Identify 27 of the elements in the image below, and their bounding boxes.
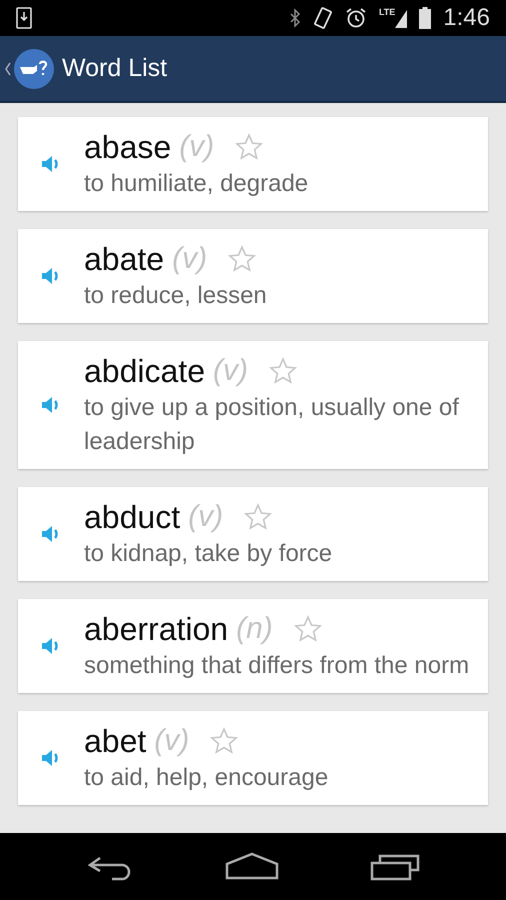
part-of-speech: (v) (154, 723, 190, 759)
part-of-speech: (v) (188, 499, 224, 535)
word-title: abdicate (84, 352, 205, 391)
word-definition: to reduce, lessen (84, 281, 267, 311)
part-of-speech: (v) (212, 353, 248, 389)
word-definition: to give up a position, usually one of leadership (84, 393, 460, 457)
word-card[interactable]: abduct (v) to kidnap, take by force (18, 487, 488, 581)
word-definition: to humiliate, degrade (84, 169, 308, 199)
word-title: abet (84, 722, 146, 761)
network-type: LTE (378, 8, 396, 17)
screen-title: Word List (62, 52, 168, 84)
word-card[interactable]: abase (v) to humiliate, degrade (18, 117, 488, 211)
word-card[interactable]: abet (v) to aid, help, encourage (18, 711, 488, 805)
word-definition: to aid, help, encourage (84, 763, 328, 793)
word-title: abase (84, 128, 172, 167)
clock: 1:46 (443, 6, 490, 30)
word-card[interactable]: aberration (n) something that differs from the norm (18, 599, 488, 693)
part-of-speech: (v) (179, 129, 214, 165)
word-title: aberration (84, 610, 228, 649)
word-title: abduct (84, 498, 180, 537)
word-title: abate (84, 240, 164, 279)
word-definition: something that differs from the norm (84, 651, 470, 681)
word-card[interactable]: abate (v) to reduce, lessen (18, 229, 488, 323)
word-card[interactable]: abdicate (v) to give up a position, usually one of leadership (18, 341, 488, 469)
part-of-speech: (n) (236, 611, 273, 647)
part-of-speech: (v) (172, 241, 208, 277)
word-definition: to kidnap, take by force (84, 539, 332, 569)
